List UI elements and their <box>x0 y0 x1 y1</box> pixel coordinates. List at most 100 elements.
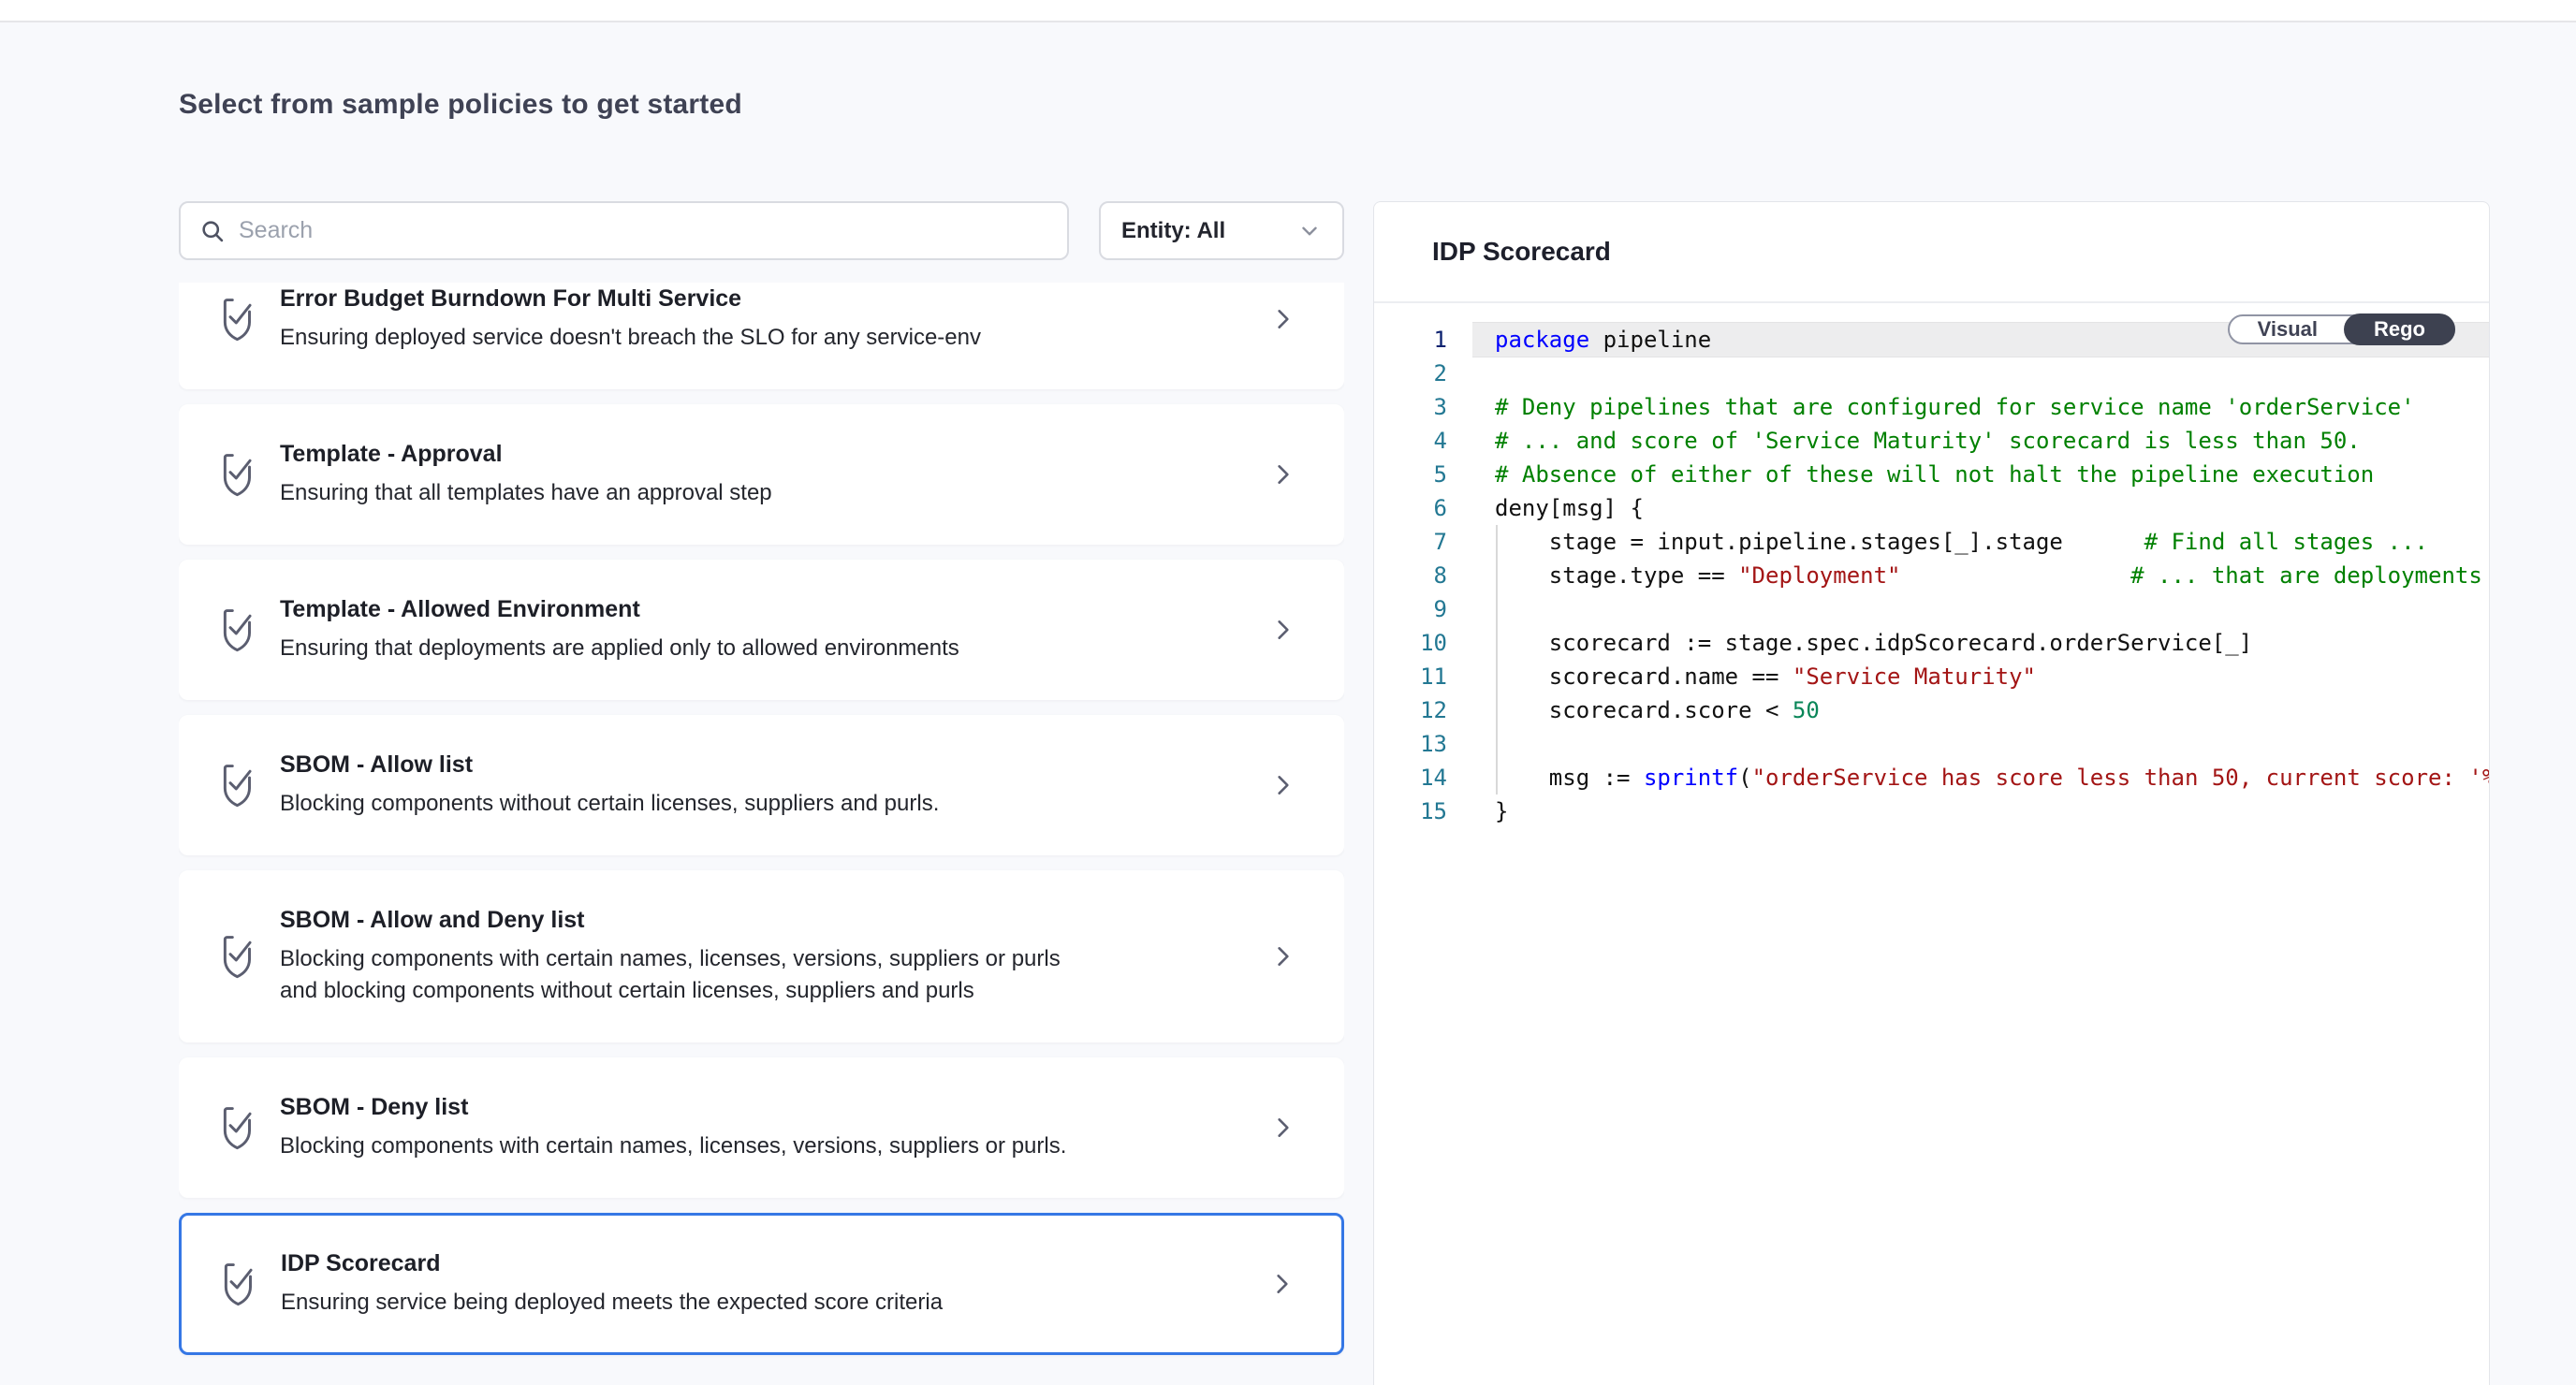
line-code: scorecard.score < 50 <box>1472 693 2489 727</box>
policy-card-text: Error Budget Burndown For Multi Service … <box>280 284 1249 354</box>
line-code: scorecard := stage.spec.idpScorecard.ord… <box>1472 626 2489 660</box>
line-number: 10 <box>1374 626 1447 660</box>
line-code: } <box>1472 795 2489 828</box>
policy-card-text: SBOM - Allow and Deny list Blocking comp… <box>280 906 1249 1007</box>
shield-check-icon <box>218 606 257 653</box>
policy-card-text: IDP Scorecard Ensuring service being dep… <box>281 1249 1248 1319</box>
policy-description: Blocking components without certain lice… <box>280 788 1104 820</box>
line-number: 6 <box>1374 491 1447 525</box>
indent-guide <box>1496 525 1498 795</box>
line-number: 3 <box>1374 390 1447 424</box>
policy-card-text: SBOM - Deny list Blocking components wit… <box>280 1093 1249 1162</box>
line-number: 11 <box>1374 660 1447 693</box>
line-number: 7 <box>1374 525 1447 559</box>
line-code: # Deny pipelines that are configured for… <box>1472 390 2489 424</box>
line-number: 15 <box>1374 795 1447 828</box>
policy-description: Ensuring service being deployed meets th… <box>281 1287 1105 1319</box>
shield-check-icon <box>218 1104 257 1151</box>
code-line: 9 <box>1374 592 2489 626</box>
code-line: 7 stage = input.pipeline.stages[_].stage… <box>1374 525 2489 559</box>
policy-card[interactable]: IDP Scorecard Ensuring service being dep… <box>179 1213 1344 1355</box>
code-line: 13 <box>1374 727 2489 761</box>
policy-title: SBOM - Deny list <box>280 1093 1249 1121</box>
line-number: 4 <box>1374 424 1447 458</box>
policy-title: SBOM - Allow list <box>280 751 1249 779</box>
line-code <box>1472 592 2489 626</box>
chevron-right-icon[interactable] <box>1270 1267 1295 1301</box>
policy-description: Ensuring that deployments are applied on… <box>280 633 1104 664</box>
line-code <box>1472 357 2489 390</box>
shield-check-icon <box>218 451 257 498</box>
policy-description: Ensuring deployed service doesn't breach… <box>280 322 1104 354</box>
line-code: # ... and score of 'Service Maturity' sc… <box>1472 424 2489 458</box>
code-line: 2 <box>1374 357 2489 390</box>
top-bar <box>0 0 2576 22</box>
line-code: stage = input.pipeline.stages[_].stage #… <box>1472 525 2489 559</box>
line-number: 2 <box>1374 357 1447 390</box>
code-line: 6 deny[msg] { <box>1374 491 2489 525</box>
line-code <box>1472 727 2489 761</box>
policy-preview-panel: IDP Scorecard 1 package pipeline 2 3 # D… <box>1373 201 2490 1385</box>
shield-check-icon <box>219 1261 258 1307</box>
line-number: 5 <box>1374 458 1447 491</box>
code-line: 10 scorecard := stage.spec.idpScorecard.… <box>1374 626 2489 660</box>
policy-title: Template - Allowed Environment <box>280 595 1249 623</box>
policy-card-text: Template - Allowed Environment Ensuring … <box>280 595 1249 664</box>
line-code: deny[msg] { <box>1472 491 2489 525</box>
visual-rego-toggle: Visual Rego <box>2228 314 2455 344</box>
policy-description: Blocking components with certain names, … <box>280 1130 1104 1162</box>
policy-description: Blocking components with certain names, … <box>280 943 1104 1007</box>
line-code: scorecard.name == "Service Maturity" <box>1472 660 2489 693</box>
page-title: Select from sample policies to get start… <box>179 89 742 121</box>
code-line: 8 stage.type == "Deployment" # ... that … <box>1374 559 2489 592</box>
line-number: 12 <box>1374 693 1447 727</box>
code-line: 5 # Absence of either of these will not … <box>1374 458 2489 491</box>
chevron-down-icon <box>1297 219 1322 243</box>
line-code: # Absence of either of these will not ha… <box>1472 458 2489 491</box>
search-box[interactable] <box>179 201 1069 260</box>
code-line: 4 # ... and score of 'Service Maturity' … <box>1374 424 2489 458</box>
policy-title: IDP Scorecard <box>281 1249 1248 1277</box>
line-number: 1 <box>1374 323 1447 357</box>
entity-filter-label: Entity: All <box>1121 218 1297 244</box>
rego-code-editor[interactable]: 1 package pipeline 2 3 # Deny pipelines … <box>1374 303 2489 1384</box>
policy-card-text: SBOM - Allow list Blocking components wi… <box>280 751 1249 820</box>
shield-check-icon <box>218 762 257 809</box>
toggle-rego-button[interactable]: Rego <box>2344 313 2455 345</box>
code-lines: 1 package pipeline 2 3 # Deny pipelines … <box>1374 323 2489 828</box>
chevron-right-icon[interactable] <box>1271 613 1295 647</box>
chevron-right-icon[interactable] <box>1271 458 1295 491</box>
policy-title: Error Budget Burndown For Multi Service <box>280 284 1249 313</box>
policy-description: Ensuring that all templates have an appr… <box>280 477 1104 509</box>
line-number: 9 <box>1374 592 1447 626</box>
policy-card[interactable]: SBOM - Allow and Deny list Blocking comp… <box>179 870 1344 1042</box>
policy-card[interactable]: SBOM - Deny list Blocking components wit… <box>179 1057 1344 1198</box>
entity-filter-dropdown[interactable]: Entity: All <box>1099 201 1344 260</box>
search-icon <box>199 218 226 244</box>
shield-check-icon <box>218 933 257 980</box>
policy-card[interactable]: SBOM - Allow list Blocking components wi… <box>179 715 1344 855</box>
policy-card-text: Template - Approval Ensuring that all te… <box>280 440 1249 509</box>
search-input[interactable] <box>239 217 1048 244</box>
code-line: 14 msg := sprintf("orderService has scor… <box>1374 761 2489 795</box>
policy-card[interactable]: Template - Allowed Environment Ensuring … <box>179 560 1344 700</box>
preview-title: IDP Scorecard <box>1432 237 1611 267</box>
preview-header: IDP Scorecard <box>1374 202 2489 301</box>
toggle-visual-button[interactable]: Visual <box>2230 316 2346 343</box>
shield-check-icon <box>218 296 257 343</box>
chevron-right-icon[interactable] <box>1271 302 1295 336</box>
code-line: 12 scorecard.score < 50 <box>1374 693 2489 727</box>
chevron-right-icon[interactable] <box>1271 1111 1295 1144</box>
code-line: 3 # Deny pipelines that are configured f… <box>1374 390 2489 424</box>
policy-card[interactable]: Error Budget Burndown For Multi Service … <box>179 283 1344 389</box>
line-number: 14 <box>1374 761 1447 795</box>
line-number: 13 <box>1374 727 1447 761</box>
chevron-right-icon[interactable] <box>1271 768 1295 802</box>
line-code: stage.type == "Deployment" # ... that ar… <box>1472 559 2489 592</box>
code-line: 15 } <box>1374 795 2489 828</box>
line-code: msg := sprintf("orderService has score l… <box>1472 761 2489 795</box>
policy-title: Template - Approval <box>280 440 1249 468</box>
policy-card[interactable]: Template - Approval Ensuring that all te… <box>179 404 1344 545</box>
policy-title: SBOM - Allow and Deny list <box>280 906 1249 934</box>
chevron-right-icon[interactable] <box>1271 940 1295 973</box>
